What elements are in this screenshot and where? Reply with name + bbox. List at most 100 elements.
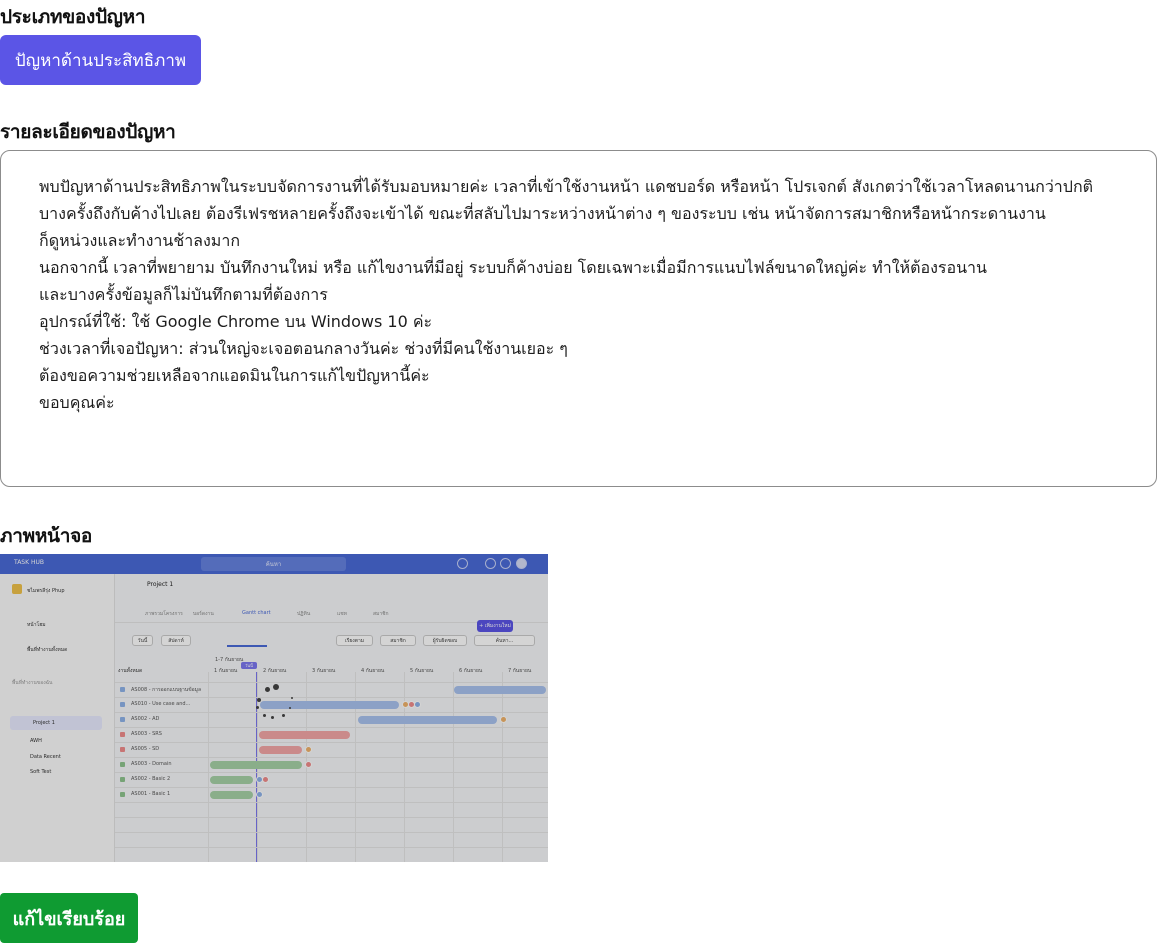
sidebar-item-awh: AWH: [30, 738, 42, 744]
grid-column-line: [502, 672, 503, 862]
day-header: 6 กันยายน: [459, 668, 483, 674]
loading-spinner-dot: [257, 698, 261, 702]
gantt-bar: [260, 701, 399, 709]
grid-column-line: [453, 672, 454, 862]
gantt-chart: งานทั้งหมด 1 กันยายน 2 กันยายน 3 กันยายน 4 …: [115, 662, 548, 862]
filter-sort: เรียงตาม: [336, 635, 373, 646]
task-label: AS003 - SRS: [131, 731, 162, 737]
task-color-marker: [120, 762, 125, 767]
details-line: ขอบคุณค่ะ: [39, 393, 115, 412]
task-color-marker: [120, 732, 125, 737]
loading-spinner-dot: [282, 714, 285, 717]
tab-chat: แชท: [337, 611, 347, 617]
sidebar-project-label: Project 1: [33, 720, 55, 726]
day-header: 4 กันยายน: [361, 668, 385, 674]
gantt-bar: [259, 731, 350, 739]
loading-spinner-dot: [271, 716, 274, 719]
details-line: พบปัญหาด้านประสิทธิภาพในระบบจัดการงานที่…: [39, 177, 1094, 196]
assignee-avatar: [500, 716, 507, 723]
assignee-avatar: [305, 761, 312, 768]
day-header: 1 กันยายน: [214, 668, 238, 674]
grid-row-line: [115, 727, 548, 728]
screenshot-image: TASK HUB ค้นหา ชไมพรลีรุ่ง Phup หน้าโฮม …: [0, 554, 548, 862]
sidebar-item-soft-test: Soft Test: [30, 769, 52, 775]
details-line: บางครั้งถึงกับค้างไปเลย ต้องรีเฟรชหลายคร…: [39, 204, 1046, 223]
assignee-avatar: [305, 746, 312, 753]
assignee-avatar: [414, 701, 421, 708]
task-label: AS002 - Basic 2: [131, 776, 171, 782]
grid-row-line: [115, 802, 548, 803]
grid-row-line: [115, 847, 548, 848]
grid-row-line: [115, 742, 548, 743]
task-label: AS005 - SD: [131, 746, 160, 752]
tab-overview: ภาพรวมโครงการ: [145, 611, 183, 617]
task-color-marker: [120, 687, 125, 692]
details-line: อุปกรณ์ที่ใช้: ใช้ Google Chrome บน Wind…: [39, 312, 433, 331]
tab-board: บอร์ดงาน: [193, 611, 214, 617]
gantt-bar: [259, 746, 302, 754]
filter-today: วันนี้: [132, 635, 153, 646]
task-label: AS003 - Domain: [131, 761, 172, 767]
sidebar-item-workspaces: พื้นที่ทำงานทั้งหมด: [27, 647, 68, 653]
details-textarea[interactable]: พบปัญหาด้านประสิทธิภาพในระบบจัดการงานที่…: [0, 150, 1157, 487]
tab-members: สมาชิก: [373, 611, 389, 617]
task-label: AS010 - Use case and...: [131, 701, 191, 707]
resolve-button[interactable]: แก้ไขเรียบร้อย: [0, 893, 138, 943]
assignee-avatar: [262, 776, 269, 783]
app-tabs: ภาพรวมโครงการ บอร์ดงาน Gantt chart ปฏิทิ…: [115, 600, 548, 647]
sidebar-item-data-recent: Data Recent: [30, 754, 61, 760]
month-label: 1-7 กันยายน: [215, 657, 244, 663]
task-color-marker: [120, 702, 125, 707]
project-title: Project 1: [147, 581, 174, 588]
loading-spinner-dot: [263, 714, 266, 717]
grid-column-line: [208, 672, 209, 862]
today-tag: วันนี้: [241, 662, 257, 669]
screenshot-heading: ภาพหน้าจอ: [0, 525, 93, 547]
avatar: [516, 558, 527, 569]
loading-spinner-dot: [265, 687, 270, 692]
grid-row-line: [115, 787, 548, 788]
grid-row-line: [115, 697, 548, 698]
sidebar-item-project: [10, 716, 102, 730]
day-header: 5 กันยายน: [410, 668, 434, 674]
loading-spinner-dot: [256, 706, 259, 709]
grid-row-line: [115, 757, 548, 758]
task-label: AS008 - การออกแบบฐานข้อมูล: [131, 687, 202, 693]
details-line: ก็ดูหน่วงและทำงานช้าลงมาก: [39, 231, 241, 250]
task-color-marker: [120, 717, 125, 722]
task-label: AS002 - AD: [131, 716, 160, 722]
plus-icon: [457, 558, 468, 569]
day-header: 3 กันยายน: [312, 668, 336, 674]
details-line: ช่วงเวลาที่เจอปัญหา: ส่วนใหญ่จะเจอตอนกลา…: [39, 339, 568, 358]
user-name: ชไมพรลีรุ่ง Phup: [27, 588, 65, 594]
issue-type-button[interactable]: ปัญหาด้านประสิทธิภาพ: [0, 35, 201, 85]
sidebar-item-home: หน้าโฮม: [27, 622, 46, 628]
grid-row-line: [115, 832, 548, 833]
tab-calendar: ปฏิทิน: [297, 611, 311, 617]
task-label: AS001 - Basic 1: [131, 791, 171, 797]
grid-row-line: [115, 712, 548, 713]
app-sidebar: ชไมพรลีรุ่ง Phup หน้าโฮม พื้นที่ทำงานทั้…: [0, 574, 115, 862]
loading-spinner-dot: [291, 697, 293, 699]
app-search: ค้นหา: [201, 557, 346, 571]
tab-underline: [227, 645, 267, 647]
loading-spinner-dot: [273, 684, 279, 690]
assignee-avatar: [256, 791, 263, 798]
task-color-marker: [120, 747, 125, 752]
tab-gantt: Gantt chart: [242, 610, 271, 616]
details-line: นอกจากนี้ เวลาที่พยายาม บันทึกงานใหม่ หร…: [39, 258, 987, 277]
gear-icon: [500, 558, 511, 569]
gantt-bar: [210, 791, 253, 799]
add-task-button: + เพิ่มงานใหม่: [477, 620, 513, 632]
filter-assignee: ผู้รับผิดชอบ: [423, 635, 467, 646]
grid-row-line: [115, 682, 548, 683]
details-line: ต้องขอความช่วยเหลือจากแอดมินในการแก้ไขปั…: [39, 366, 430, 385]
app-topbar: TASK HUB ค้นหา: [0, 554, 548, 574]
filter-search: ค้นหา...: [474, 635, 535, 646]
loading-spinner-dot: [289, 707, 291, 709]
app-logo: TASK HUB: [14, 559, 44, 566]
task-column-header: งานทั้งหมด: [118, 668, 143, 674]
day-header: 7 กันยายน: [508, 668, 532, 674]
gantt-bar: [358, 716, 497, 724]
gantt-bar: [454, 686, 546, 694]
